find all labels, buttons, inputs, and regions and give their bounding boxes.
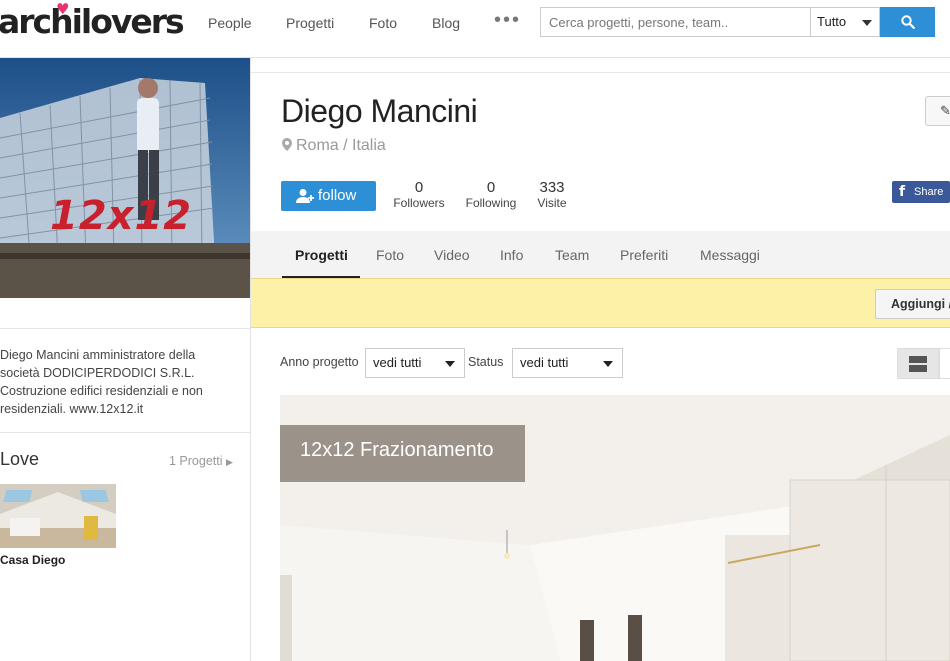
profile-header-border (251, 72, 950, 73)
map-pin-icon (282, 138, 292, 151)
facebook-share-button[interactable]: f Share (892, 181, 950, 203)
project-title[interactable]: 12x12 Frazionamento (280, 425, 525, 482)
top-bar: archilovers ♥ People Progetti Foto Blog … (0, 0, 950, 58)
nav-blog[interactable]: Blog (432, 15, 460, 31)
profile-location-text: Roma / Italia (296, 137, 386, 154)
tab-team[interactable]: Team (555, 247, 589, 263)
active-tab-indicator (282, 276, 360, 278)
year-filter-select[interactable]: vedi tutti (365, 348, 465, 378)
tab-video[interactable]: Video (434, 247, 470, 263)
list-view-icon (909, 356, 927, 372)
search-scope-select[interactable]: Tutto (810, 7, 880, 37)
tab-preferiti[interactable]: Preferiti (620, 247, 668, 263)
stat-following-value: 0 (486, 179, 496, 196)
nav-people[interactable]: People (208, 15, 252, 31)
search-icon (900, 15, 915, 29)
status-filter-label: Status (468, 355, 504, 369)
chevron-right-icon: ▶ (226, 457, 233, 467)
stat-followers[interactable]: 0 Followers (392, 179, 446, 210)
love-projects-link[interactable]: 1 Progetti ▶ (169, 454, 233, 468)
cover-logo-text: 12x12 (50, 193, 193, 239)
search-bar: Tutto (540, 7, 936, 37)
tab-messaggi[interactable]: Messaggi (700, 247, 760, 263)
caret-down-icon (862, 20, 872, 26)
year-filter-label: Anno progetto (280, 355, 359, 369)
tab-foto[interactable]: Foto (376, 247, 404, 263)
list-view-button[interactable] (897, 348, 939, 379)
stat-following[interactable]: 0 Following (463, 179, 519, 210)
love-item-thumbnail[interactable] (0, 484, 116, 548)
profile-location: Roma / Italia (282, 137, 386, 155)
heart-icon: ♥ (56, 0, 70, 18)
stat-followers-value: 0 (414, 179, 424, 196)
profile-name: Diego Mancini (281, 93, 478, 129)
search-scope-value: Tutto (817, 14, 847, 29)
facebook-icon: f (899, 184, 906, 200)
love-item-caption[interactable]: Casa Diego (0, 553, 65, 567)
stat-following-label: Following (465, 196, 517, 210)
column-divider (250, 58, 251, 661)
share-label: Share (914, 186, 944, 198)
logo[interactable]: archilovers ♥ (0, 0, 185, 41)
tab-info[interactable]: Info (500, 247, 523, 263)
caret-down-icon (445, 361, 455, 367)
more-menu-icon[interactable]: ••• (494, 9, 521, 32)
edit-profile-button[interactable]: ✎ (925, 96, 950, 126)
sidebar-divider (0, 432, 250, 433)
caret-down-icon (603, 361, 613, 367)
stat-followers-label: Followers (393, 196, 445, 210)
cover-photo: 12x12 (0, 58, 250, 298)
search-button[interactable] (880, 7, 935, 37)
attic-room-illustration (0, 484, 116, 548)
nav-foto[interactable]: Foto (369, 15, 397, 31)
notice-bar (251, 278, 950, 328)
cover-illustration (0, 58, 250, 298)
add-user-icon (296, 189, 314, 203)
stat-visits: 333 Visite (535, 179, 569, 210)
profile-tabs: Progetti Foto Video Info Team Preferiti … (251, 231, 950, 278)
love-section-title: Love (0, 449, 40, 469)
sidebar-divider (0, 328, 250, 329)
profile-bio: Diego Mancini amministratore della socie… (0, 348, 203, 416)
status-filter-select[interactable]: vedi tutti (512, 348, 623, 378)
pencil-icon: ✎ (940, 103, 950, 118)
love-projects-link-label: 1 Progetti (169, 454, 223, 468)
follow-button-label: follow (318, 187, 357, 204)
search-input[interactable] (540, 7, 810, 37)
stat-visits-value: 333 (539, 179, 565, 196)
grid-view-button[interactable] (939, 348, 950, 379)
follow-button[interactable]: follow (281, 181, 376, 211)
add-project-button[interactable]: Aggiungi / (875, 289, 950, 319)
year-filter-value: vedi tutti (373, 355, 422, 370)
tab-progetti[interactable]: Progetti (295, 247, 348, 263)
logo-text: archilovers (0, 2, 185, 41)
nav-progetti[interactable]: Progetti (286, 15, 334, 31)
status-filter-value: vedi tutti (520, 355, 569, 370)
stat-visits-label: Visite (537, 196, 567, 210)
